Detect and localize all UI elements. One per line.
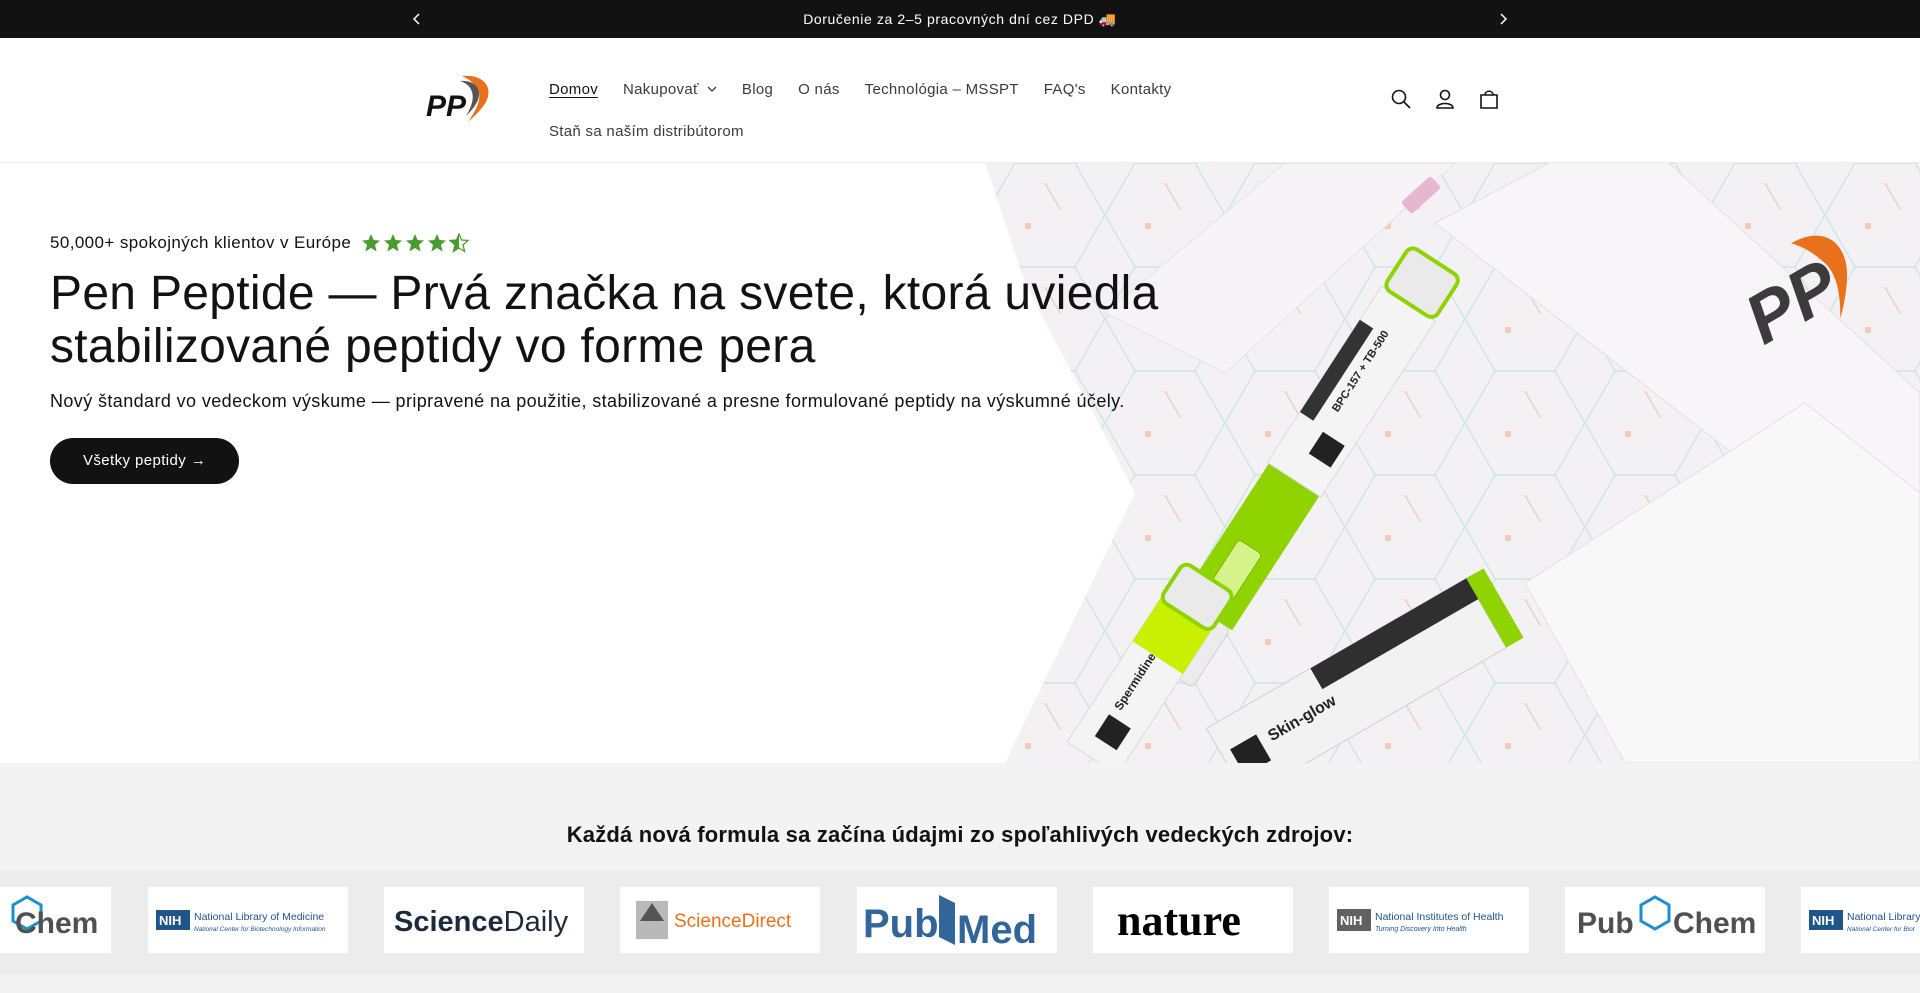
- logo-sciencedaily[interactable]: ScienceDaily: [384, 887, 584, 953]
- sources-section: Každá nová formula sa začína údajmi zo s…: [0, 763, 1920, 993]
- main-nav: Domov Nakupovať Blog O nás Technológia –…: [549, 68, 1349, 152]
- nav-domov[interactable]: Domov: [549, 81, 598, 98]
- logo-nature[interactable]: nature: [1093, 887, 1293, 953]
- logo-line2: Turning Discovery Into Health: [1375, 926, 1467, 933]
- logo-pubchem-partial[interactable]: Chem: [0, 887, 111, 953]
- nav-faq[interactable]: FAQ's: [1044, 81, 1086, 98]
- logo-national-institutes-of-health[interactable]: NIH National Institutes of Health Turnin…: [1329, 887, 1529, 953]
- sources-heading: Každá nová formula sa začína údajmi zo s…: [566, 822, 1354, 847]
- nav-label: Blog: [741, 80, 774, 98]
- half-star-icon: [449, 233, 470, 253]
- logo-badge: NIH: [1812, 913, 1834, 928]
- hero-content: 50,000+ spokojných klientov v Európe Pen…: [50, 233, 1200, 484]
- logo-text: PP: [426, 90, 467, 123]
- logo-text: nature: [1117, 896, 1241, 945]
- search-button[interactable]: [1388, 86, 1414, 112]
- hero-subtitle: Nový štandard vo vedeckom výskume — prip…: [50, 391, 1125, 411]
- star-icon: [384, 234, 403, 252]
- logo-badge: NIH: [1340, 913, 1362, 928]
- logo-text-science: Science: [394, 906, 504, 938]
- nav-label: O nás: [798, 80, 840, 98]
- nav-blog[interactable]: Blog: [742, 81, 773, 98]
- cart-button[interactable]: [1476, 86, 1502, 112]
- star-icon: [406, 234, 425, 252]
- nav-distributor[interactable]: Staň sa naším distribútorom: [549, 123, 744, 140]
- account-button[interactable]: [1432, 86, 1458, 112]
- nav-o-nas[interactable]: O nás: [798, 81, 840, 98]
- header-actions: [1388, 86, 1502, 112]
- all-peptides-button[interactable]: Všetky peptidy →: [50, 438, 240, 484]
- logo-line2: National Center for Biot: [1847, 926, 1916, 933]
- logo-line1: National Library: [1847, 911, 1920, 923]
- logo-pubmed[interactable]: Pub Med: [857, 887, 1057, 953]
- cart-icon: [1480, 90, 1498, 109]
- logo-sciencedirect[interactable]: ScienceDirect: [620, 887, 820, 953]
- logo-text-daily: Daily: [504, 906, 569, 938]
- logo-text-pub: Pub: [863, 902, 939, 946]
- logo-line1: National Library of Medicine: [194, 911, 324, 923]
- site-header: PP Domov Nakupovať Blog O nás Technológi…: [0, 38, 1920, 163]
- nav-technologia[interactable]: Technológia – MSSPT: [865, 81, 1019, 98]
- site-logo[interactable]: PP: [424, 72, 494, 128]
- account-icon: [1436, 89, 1454, 109]
- search-icon: [1391, 89, 1411, 109]
- nav-label: Technológia – MSSPT: [864, 80, 1019, 98]
- svg-text:ScienceDaily: ScienceDaily: [394, 906, 569, 938]
- nav-label: Kontakty: [1110, 80, 1172, 98]
- announcement-next-button[interactable]: [1488, 0, 1518, 38]
- rating-text: 50,000+ spokojných klientov v Európe: [50, 233, 352, 252]
- nav-label: Domov: [549, 80, 599, 98]
- logo-national-library-partial[interactable]: NIH National Library National Center for…: [1801, 887, 1920, 953]
- nav-label: Nakupovať: [623, 80, 699, 98]
- rating-row: 50,000+ spokojných klientov v Európe: [50, 233, 1200, 253]
- hero-section: PP BPC-157 + TB-500 Spermidine Skin-glow…: [0, 163, 1920, 763]
- logo-text: Chem: [15, 907, 98, 940]
- nav-label: FAQ's: [1043, 80, 1086, 98]
- chevron-left-icon: [412, 13, 420, 25]
- logo-text-chem: Chem: [1673, 907, 1756, 940]
- star-icon: [362, 234, 381, 252]
- nav-label: Staň sa naším distribútorom: [549, 122, 744, 140]
- rating-stars: [361, 233, 470, 253]
- star-icon: [428, 234, 447, 252]
- announcement-bar: Doručenie za 2–5 pracovných dní cez DPD …: [0, 0, 1920, 38]
- logo-text-pub: Pub: [1577, 907, 1634, 940]
- logo-text-med: Med: [957, 908, 1037, 952]
- logo-line1: National Institutes of Health: [1375, 911, 1504, 923]
- announcement-prev-button[interactable]: [402, 0, 432, 38]
- chevron-right-icon: [1500, 13, 1508, 25]
- logo-text: ScienceDirect: [674, 911, 792, 932]
- logo-national-library-of-medicine[interactable]: NIH National Library of Medicine Nationa…: [148, 887, 348, 953]
- nav-kontakty[interactable]: Kontakty: [1111, 81, 1172, 98]
- logo-badge: NIH: [159, 913, 181, 928]
- chevron-down-icon: [707, 86, 717, 92]
- nav-nakupovat[interactable]: Nakupovať: [623, 81, 717, 98]
- logo-pubchem[interactable]: Pub Chem: [1565, 887, 1765, 953]
- logo-line2: National Center for Biotechnology Inform…: [194, 926, 326, 933]
- hero-title: Pen Peptide — Prvá značka na svete, ktor…: [50, 267, 1159, 373]
- announcement-text: Doručenie za 2–5 pracovných dní cez DPD …: [803, 10, 1117, 27]
- logo-carousel: Chem NIH National Library of Medicine Na…: [0, 871, 1920, 975]
